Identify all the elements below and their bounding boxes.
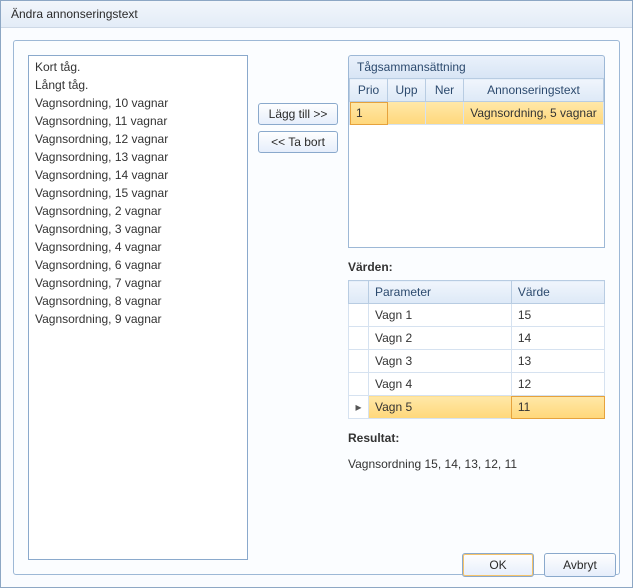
list-item[interactable]: Vagnsordning, 14 vagnar — [29, 166, 247, 184]
cell-value[interactable]: 15 — [511, 304, 604, 327]
col-ner[interactable]: Ner — [426, 79, 464, 102]
cell-prio[interactable]: 1 — [350, 102, 388, 125]
list-item[interactable]: Vagnsordning, 11 vagnar — [29, 112, 247, 130]
table-row[interactable]: Vagn 412 — [349, 373, 605, 396]
cell-annonseringstext[interactable]: Vagnsordning, 5 vagnar — [464, 102, 604, 125]
cell-parameter[interactable]: Vagn 4 — [369, 373, 512, 396]
list-item[interactable]: Vagnsordning, 15 vagnar — [29, 184, 247, 202]
available-texts-list[interactable]: Kort tåg.Långt tåg.Vagnsordning, 10 vagn… — [28, 55, 248, 560]
cell-value[interactable]: 12 — [511, 373, 604, 396]
dialog-footer-buttons: OK Avbryt — [462, 553, 616, 577]
composition-header: Tågsammansättning — [348, 55, 605, 78]
list-item[interactable]: Vagnsordning, 12 vagnar — [29, 130, 247, 148]
row-indicator — [349, 304, 369, 327]
col-value[interactable]: Värde — [511, 281, 604, 304]
table-row[interactable]: 1 Vagnsordning, 5 vagnar — [350, 102, 604, 125]
row-indicator — [349, 373, 369, 396]
result-label: Resultat: — [348, 431, 605, 445]
list-item[interactable]: Vagnsordning, 4 vagnar — [29, 238, 247, 256]
col-parameter[interactable]: Parameter — [369, 281, 512, 304]
cell-parameter[interactable]: Vagn 2 — [369, 327, 512, 350]
add-button[interactable]: Lägg till >> — [258, 103, 338, 125]
col-upp[interactable]: Upp — [388, 79, 426, 102]
table-row[interactable]: Vagn 313 — [349, 350, 605, 373]
list-item[interactable]: Kort tåg. — [29, 58, 247, 76]
list-item[interactable]: Vagnsordning, 10 vagnar — [29, 94, 247, 112]
values-grid[interactable]: Parameter Värde Vagn 115Vagn 214Vagn 313… — [348, 280, 605, 419]
cell-ner[interactable] — [426, 102, 464, 125]
composition-grid[interactable]: Prio Upp Ner Annonseringstext 1 Vagnsordn… — [349, 78, 604, 125]
cell-parameter[interactable]: Vagn 5 — [369, 396, 512, 419]
values-label: Värden: — [348, 260, 605, 274]
row-indicator — [349, 350, 369, 373]
right-column: Tågsammansättning Prio Upp Ner Annonseri… — [348, 55, 605, 560]
window-title: Ändra annonseringstext — [1, 1, 632, 28]
values-grid-wrap: Parameter Värde Vagn 115Vagn 214Vagn 313… — [348, 280, 605, 419]
cell-parameter[interactable]: Vagn 3 — [369, 350, 512, 373]
cell-value[interactable]: 14 — [511, 327, 604, 350]
cell-upp[interactable] — [388, 102, 426, 125]
col-row-indicator — [349, 281, 369, 304]
list-item[interactable]: Vagnsordning, 7 vagnar — [29, 274, 247, 292]
dialog-frame: Kort tåg.Långt tåg.Vagnsordning, 10 vagn… — [13, 40, 620, 575]
dialog-window: Ändra annonseringstext Kort tåg.Långt tå… — [0, 0, 633, 588]
col-prio[interactable]: Prio — [350, 79, 388, 102]
cancel-button[interactable]: Avbryt — [544, 553, 616, 577]
row-indicator: ▸ — [349, 396, 369, 419]
table-row[interactable]: Vagn 214 — [349, 327, 605, 350]
result-text: Vagnsordning 15, 14, 13, 12, 11 — [348, 457, 605, 471]
remove-button[interactable]: << Ta bort — [258, 131, 338, 153]
list-item[interactable]: Vagnsordning, 3 vagnar — [29, 220, 247, 238]
middle-column: Lägg till >> << Ta bort — [258, 55, 338, 560]
table-row[interactable]: ▸Vagn 511 — [349, 396, 605, 419]
cell-value[interactable]: 13 — [511, 350, 604, 373]
row-indicator — [349, 327, 369, 350]
list-item[interactable]: Vagnsordning, 6 vagnar — [29, 256, 247, 274]
col-annonseringstext[interactable]: Annonseringstext — [464, 79, 604, 102]
list-item[interactable]: Vagnsordning, 13 vagnar — [29, 148, 247, 166]
cell-value[interactable]: 11 — [511, 396, 604, 419]
list-item[interactable]: Vagnsordning, 8 vagnar — [29, 292, 247, 310]
list-item[interactable]: Vagnsordning, 9 vagnar — [29, 310, 247, 328]
list-item[interactable]: Långt tåg. — [29, 76, 247, 94]
left-column: Kort tåg.Långt tåg.Vagnsordning, 10 vagn… — [28, 55, 248, 560]
cell-parameter[interactable]: Vagn 1 — [369, 304, 512, 327]
ok-button[interactable]: OK — [462, 553, 534, 577]
dialog-content: Kort tåg.Långt tåg.Vagnsordning, 10 vagn… — [1, 28, 632, 587]
composition-grid-wrap: Prio Upp Ner Annonseringstext 1 Vagnsordn… — [348, 78, 605, 248]
list-item[interactable]: Vagnsordning, 2 vagnar — [29, 202, 247, 220]
table-row[interactable]: Vagn 115 — [349, 304, 605, 327]
